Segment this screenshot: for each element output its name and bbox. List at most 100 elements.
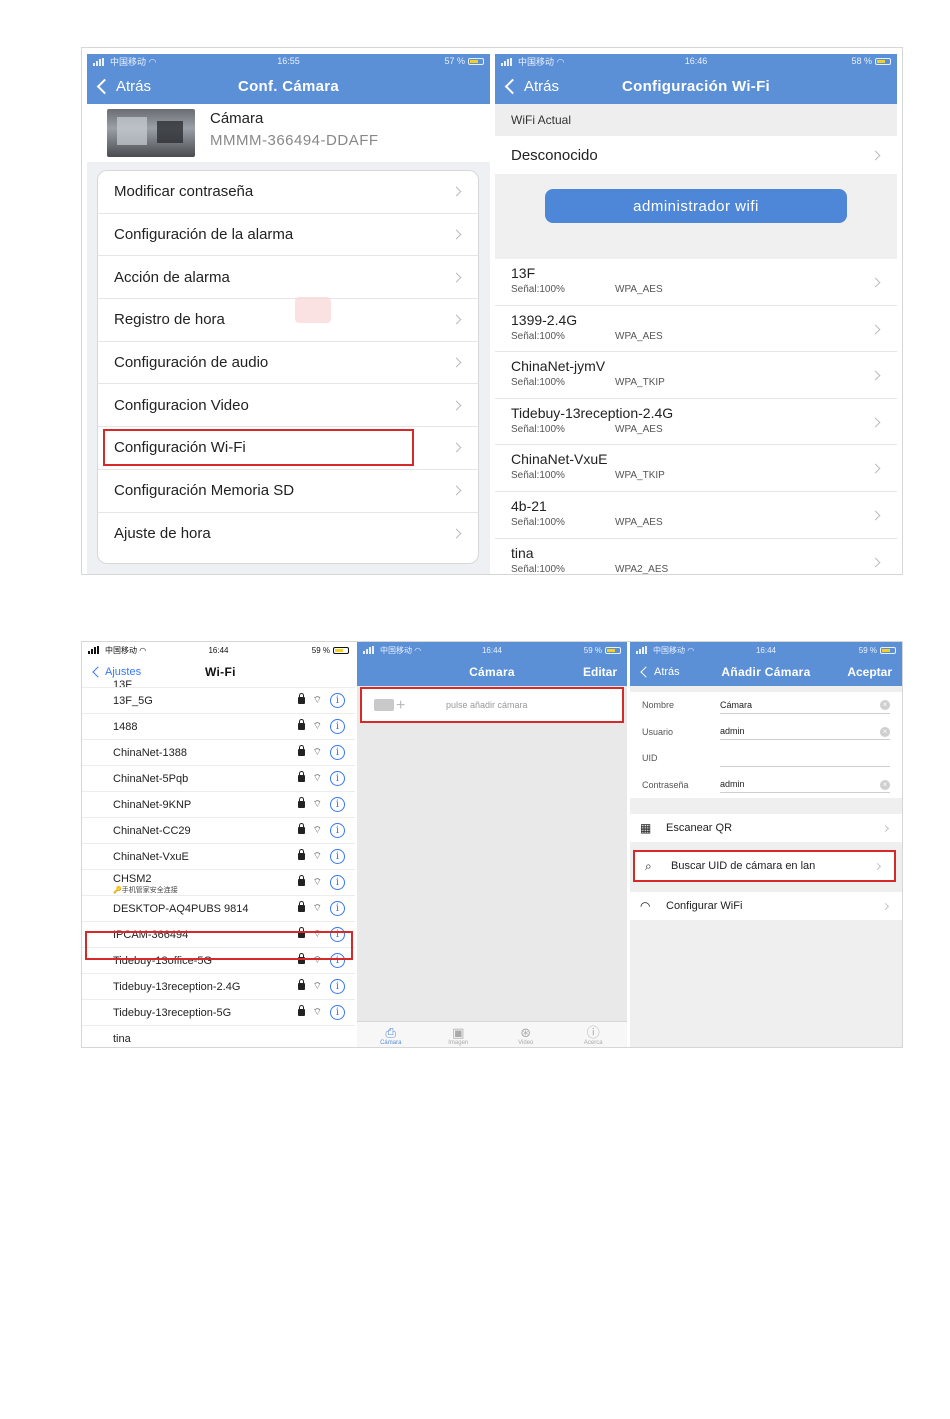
info-icon[interactable]: i [330,979,345,994]
chevron-right-icon [451,528,462,539]
clear-icon[interactable]: × [880,700,890,710]
current-wifi-value: Desconocido [511,146,598,164]
battery-icon [880,646,897,654]
password-field[interactable]: admin [720,779,890,793]
menu-item-sd-config[interactable]: Configuración Memoria SD [98,470,478,513]
network-security: WPA_AES [615,423,663,435]
info-icon[interactable]: i [330,719,345,734]
list-item[interactable]: ChinaNet-VxuE Señal:100% WPA_TKIP [495,445,897,492]
list-item[interactable]: 13F [82,680,355,688]
user-field[interactable]: admin [720,726,890,740]
uid-field[interactable] [720,753,890,767]
lock-icon [297,849,305,860]
nav-bar: Atrás Conf. Cámara [87,68,490,104]
list-item[interactable]: ChinaNet-CC29 ⌔ i [82,818,355,844]
wifi-signal-icon: ⌔ [312,721,322,732]
tab-about[interactable]: ⓘ Acerca [560,1022,628,1047]
menu-item-audio-config[interactable]: Configuración de audio [98,342,478,385]
list-item[interactable]: DESKTOP-AQ4PUBS 9814 ⌔ i [82,896,355,922]
back-button[interactable]: Atrás [503,68,559,104]
back-button[interactable]: Atrás [95,68,151,104]
menu-item-video-config[interactable]: Configuracion Video [98,384,478,428]
list-item[interactable]: 13F_5G ⌔ i [82,688,355,714]
wifi-icon: ◠ [640,899,651,913]
list-item[interactable]: ChinaNet-VxuE ⌔ i [82,844,355,870]
edit-button[interactable]: Editar [583,658,617,686]
tab-image[interactable]: ▣ Imagen [425,1022,493,1047]
info-icon[interactable]: i [330,797,345,812]
clock: 16:44 [208,645,229,655]
tab-video[interactable]: ⊛ Video [492,1022,560,1047]
network-name: tina [113,1032,131,1045]
chevron-left-icon [96,78,113,94]
network-security: WPA_AES [615,516,663,528]
menu-item-alarm-config[interactable]: Configuración de la alarma [98,214,478,257]
wifi-admin-button[interactable]: administrador wifi [545,189,847,223]
list-item[interactable]: Tidebuy-13reception-2.4G Señal:100% WPA_AE… [495,399,897,446]
network-name: Tidebuy-13reception-5G [113,1006,232,1019]
network-name: ChinaNet-1388 [113,746,187,759]
back-label: Atrás [524,77,560,95]
configure-wifi-row[interactable]: ◠ Configurar WiFi [630,892,902,920]
accept-button[interactable]: Aceptar [847,658,892,686]
wifi-status-icon: ◠ [414,645,422,655]
status-bar: 中国移动 ◠ 16:44 59 % [357,642,627,658]
network-name: ChinaNet-CC29 [113,824,191,837]
video-icon: ⊛ [520,1024,532,1040]
info-icon[interactable]: i [330,771,345,786]
wifi-signal-icon: ⌔ [312,747,322,758]
clear-icon[interactable]: × [880,779,890,790]
list-item[interactable]: Tidebuy-13reception-5G ⌔ i [82,1000,355,1026]
chevron-right-icon [873,862,882,870]
add-camera-row[interactable]: pulse añadir cámara [360,687,624,723]
wifi-signal-icon: ⌔ [312,695,322,706]
info-icon[interactable]: i [330,1005,345,1020]
field-label: UID [642,753,658,764]
tab-camera[interactable]: ⎙ Cámara [357,1022,425,1047]
signal-icon [363,645,377,654]
network-signal: Señal:100% [511,423,565,435]
list-item[interactable]: 1488 ⌔ i [82,714,355,740]
battery-icon [333,646,349,654]
wifi-signal-icon: ⌔ [312,903,322,914]
menu-item-change-password[interactable]: Modificar contraseña [98,171,478,214]
info-icon[interactable]: i [330,875,345,890]
name-field[interactable]: Cámara [720,700,890,714]
info-icon[interactable]: i [330,693,345,708]
current-wifi-row[interactable]: Desconocido [495,136,897,174]
list-item[interactable]: ChinaNet-jymV Señal:100% WPA_TKIP [495,352,897,399]
info-icon[interactable]: i [330,745,345,760]
camera-form: Nombre Cámara × Usuario admin × UID Contrase… [630,692,902,798]
lock-icon [297,745,305,756]
list-item[interactable]: ChinaNet-5Pqb ⌔ i [82,766,355,792]
list-item[interactable]: 1399-2.4G Señal:100% WPA_AES [495,306,897,353]
info-icon[interactable]: i [330,823,345,838]
info-icon[interactable]: i [330,849,345,864]
list-item[interactable]: CHSM2 🔑手机管家安全连接 ⌔ i [82,870,355,896]
scan-qr-row[interactable]: ▦ Escanear QR [630,814,902,842]
add-camera-screen: 中国移动 ◠ 16:44 59 % Atrás Añadir Cámara Ac… [630,642,902,1047]
menu-item-wifi-config[interactable]: Configuración Wi-Fi [98,427,478,470]
menu-item-time-log[interactable]: Registro de hora [98,299,478,342]
menu-item-alarm-action[interactable]: Acción de alarma [98,256,478,300]
info-icon[interactable]: i [330,901,345,916]
list-item[interactable]: ChinaNet-9KNP ⌔ i [82,792,355,818]
list-item[interactable]: 4b-21 Señal:100% WPA_AES [495,492,897,539]
list-item[interactable]: tina [82,1026,355,1047]
list-item[interactable]: 13F Señal:100% WPA_AES [495,259,897,306]
menu-item-label: Modificar contraseña [114,183,254,201]
list-item[interactable]: tina Señal:100% WPA2_AES [495,539,897,574]
qr-code-icon: ▦ [640,821,652,835]
search-lan-uid-row[interactable]: ⌕ Buscar UID de cámara en lan [633,850,896,882]
list-item[interactable]: ChinaNet-1388 ⌔ i [82,740,355,766]
network-security: WPA_TKIP [615,470,665,482]
network-name: 1399-2.4G [511,311,578,328]
list-item[interactable]: Tidebuy-13reception-2.4G ⌔ i [82,974,355,1000]
tab-bar: ⎙ Cámara ▣ Imagen ⊛ Video ⓘ Acerca [357,1021,628,1047]
menu-item-time-adjust[interactable]: Ajuste de hora [98,513,478,556]
clock: 16:55 [277,56,300,66]
chevron-right-icon [451,314,462,325]
camera-thumbnail[interactable] [107,109,195,157]
clear-icon[interactable]: × [880,726,890,737]
back-button[interactable]: Atrás [638,658,680,686]
